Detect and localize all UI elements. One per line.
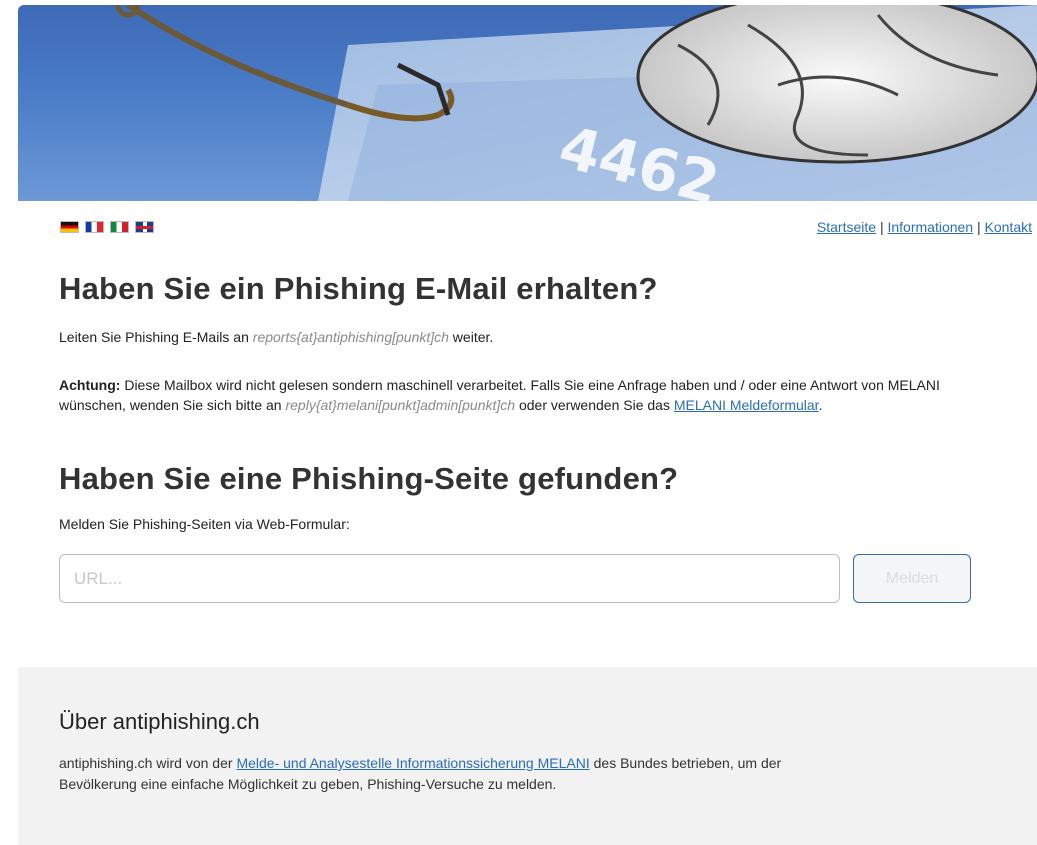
- nav-separator: |: [973, 219, 985, 235]
- forward-instruction: Leiten Sie Phishing E-Mails an reports{a…: [59, 327, 493, 347]
- banner-illustration: 4462: [115, 5, 1037, 201]
- uk-flag-icon[interactable]: [135, 221, 154, 233]
- fr-flag-icon[interactable]: [85, 221, 104, 233]
- email-section-title: Haben Sie ein Phishing E-Mail erhalten?: [59, 271, 658, 306]
- header-banner: 4462: [18, 5, 1037, 201]
- it-flag-icon[interactable]: [110, 221, 129, 233]
- reply-email-address: reply{at}melani[punkt]admin[punkt]ch: [285, 397, 516, 413]
- reports-email-address: reports{at}antiphishing[punkt]ch: [252, 329, 449, 345]
- page: 4462 Startseite | Informationen | Kontak…: [18, 5, 1037, 845]
- de-flag-icon[interactable]: [60, 221, 79, 233]
- warning-end: .: [818, 397, 823, 413]
- site-section-title: Haben Sie eine Phishing-Seite gefunden?: [59, 461, 679, 496]
- footer-title: Über antiphishing.ch: [59, 709, 260, 734]
- melani-org-link[interactable]: Melde- und Analysestelle Informationssic…: [236, 755, 589, 771]
- url-input[interactable]: [59, 554, 840, 603]
- nav-link-home[interactable]: Startseite: [817, 219, 876, 235]
- melani-form-link[interactable]: MELANI Meldeformular: [674, 397, 819, 413]
- nav-separator: |: [876, 219, 888, 235]
- nav-link-information[interactable]: Informationen: [887, 219, 973, 235]
- warning-mid: oder verwenden Sie das: [515, 397, 674, 413]
- footer-text: antiphishing.ch wird von der Melde- und …: [59, 753, 799, 795]
- warning-notice: Achtung: Diese Mailbox wird nicht gelese…: [59, 375, 1009, 415]
- report-button[interactable]: Melden: [853, 554, 971, 603]
- site-instruction: Melden Sie Phishing-Seiten via Web-Formu…: [59, 516, 350, 532]
- forward-prefix: Leiten Sie Phishing E-Mails an: [59, 329, 253, 345]
- nav-link-contact[interactable]: Kontakt: [985, 219, 1032, 235]
- warning-label: Achtung:: [59, 377, 121, 393]
- footer: Über antiphishing.ch antiphishing.ch wir…: [18, 667, 1037, 845]
- top-navigation: Startseite | Informationen | Kontakt: [817, 219, 1032, 235]
- footer-text-prefix: antiphishing.ch wird von der: [59, 755, 237, 771]
- language-selector: [60, 221, 154, 233]
- forward-suffix: weiter.: [448, 329, 494, 345]
